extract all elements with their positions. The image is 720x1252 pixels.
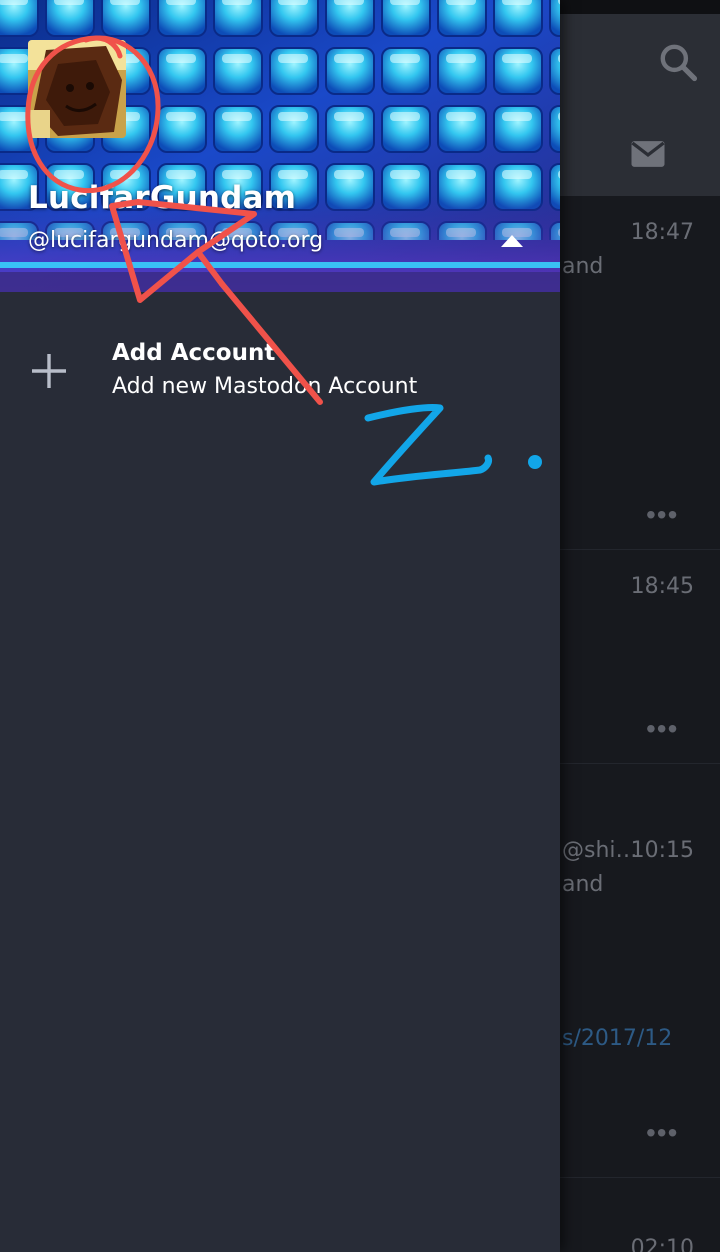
add-account-subtitle: Add new Mastodon Account: [112, 374, 418, 399]
search-icon[interactable]: [656, 40, 700, 84]
drawer-header[interactable]: LucifarGundam @lucifargundam@qoto.org: [0, 0, 560, 292]
post-time: 18:47: [630, 220, 694, 245]
post-time: 18:45: [630, 574, 694, 599]
post-link-fragment[interactable]: s/2017/12: [562, 1026, 672, 1051]
post-text-fragment: and: [562, 872, 604, 897]
mail-icon[interactable]: [626, 132, 670, 176]
post-text-fragment: and: [562, 254, 604, 279]
account-avatar[interactable]: [28, 40, 126, 138]
account-handle: @lucifargundam@qoto.org: [28, 228, 324, 253]
post-time: 10:15: [630, 838, 694, 863]
more-options-icon[interactable]: •••: [646, 715, 678, 743]
plus-icon: [32, 354, 66, 388]
triangle-up-icon[interactable]: [500, 234, 524, 248]
navigation-drawer: LucifarGundam @lucifargundam@qoto.org Ad…: [0, 0, 560, 1252]
add-account-button[interactable]: Add Account Add new Mastodon Account: [0, 328, 560, 412]
screen: 18:47 and ••• 18:45 ••• 10:15 @shi… and …: [0, 0, 720, 1252]
avatar-image: [28, 40, 126, 138]
post-mention-fragment: @shi…: [562, 838, 638, 863]
account-display-name: LucifarGundam: [28, 180, 297, 216]
more-options-icon[interactable]: •••: [646, 1119, 678, 1147]
more-options-icon[interactable]: •••: [646, 501, 678, 529]
post-time: 02:10: [630, 1236, 694, 1252]
add-account-title: Add Account: [112, 340, 276, 366]
